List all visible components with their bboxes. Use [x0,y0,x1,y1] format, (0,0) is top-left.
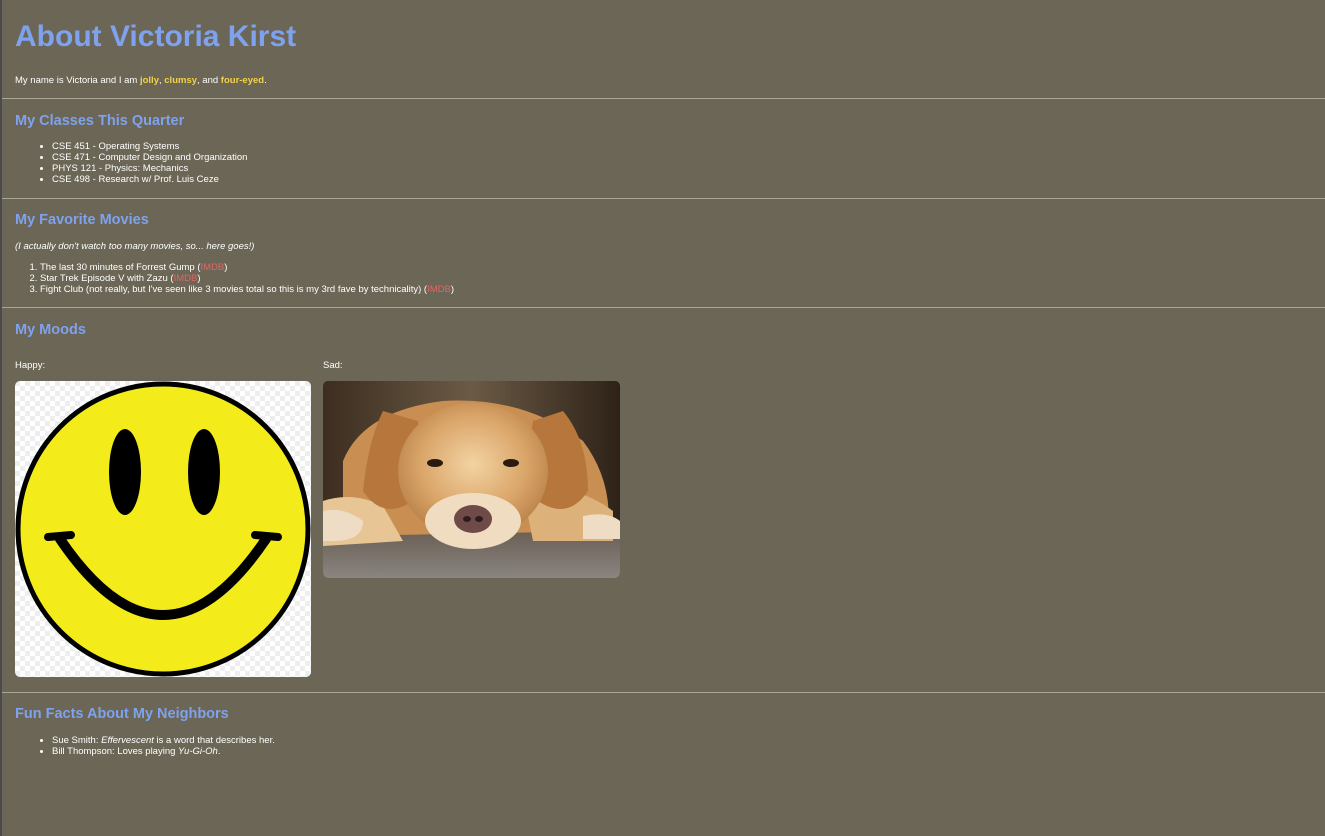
imdb-link[interactable]: IMDB [201,262,225,273]
neighbor-emphasis: Yu-Gi-Oh [178,746,218,757]
neighbor-emphasis: Effervescent [101,735,154,746]
moods-heading: My Moods [15,322,86,338]
intro-end: . [264,75,267,86]
list-item: Bill Thompson: Loves playing Yu-Gi-Oh. [52,746,275,757]
list-item: Star Trek Episode V with Zazu (IMDB) [40,273,454,284]
adjective-jolly: jolly [139,75,159,86]
list-item: Sue Smith: Effervescent is a word that d… [52,735,275,746]
neighbor-name: Bill Thompson: Loves playing [52,746,179,757]
happy-label: Happy: [15,360,46,371]
list-item: CSE 451 - Operating Systems [52,141,247,152]
adjective-clumsy: clumsy [164,75,198,86]
intro-text: My name is Victoria and I am jolly, clum… [15,75,267,87]
movies-heading: My Favorite Movies [15,212,149,228]
movie-title: Fight Club (not really, but I've seen li… [40,284,422,295]
movies-note: (I actually don't watch too many movies,… [15,241,255,252]
sad-golden-retriever-image [323,381,620,578]
list-item: CSE 498 - Research w/ Prof. Luis Ceze [52,174,247,185]
neighbor-fact: is a word that describes her. [153,735,275,746]
smiley-face-icon [15,381,311,677]
neighbor-name: Sue Smith: [52,735,102,746]
intro-separator: , and [197,75,221,86]
neighbor-fact: . [217,746,221,757]
classes-list: CSE 451 - Operating Systems CSE 471 - Co… [15,141,247,185]
page-title: About Victoria Kirst [15,20,297,53]
movie-title: The last 30 minutes of Forrest Gump [40,262,195,273]
intro-prefix: My name is Victoria and I am [15,75,140,86]
sad-label: Sad: [323,360,343,371]
imdb-link[interactable]: IMDB [174,273,198,284]
dog-icon [323,381,620,578]
imdb-link[interactable]: IMDB [427,284,451,295]
list-item: Fight Club (not really, but I've seen li… [40,284,454,295]
neighbors-list: Sue Smith: Effervescent is a word that d… [15,735,275,757]
page: About Victoria Kirst My name is Victoria… [0,0,1325,836]
section-divider [2,198,1325,199]
list-item: CSE 471 - Computer Design and Organizati… [52,152,247,163]
list-item: The last 30 minutes of Forrest Gump (IMD… [40,262,454,273]
list-item: PHYS 121 - Physics: Mechanics [52,163,247,174]
section-divider [2,98,1325,99]
neighbors-heading: Fun Facts About My Neighbors [15,706,229,722]
section-divider [2,307,1325,308]
adjective-four-eyed: four-eyed [220,75,265,86]
movie-title: Star Trek Episode V with Zazu [40,273,168,284]
classes-heading: My Classes This Quarter [15,113,185,129]
section-divider [2,692,1325,693]
smiley-face-image [15,381,311,677]
movies-list: The last 30 minutes of Forrest Gump (IMD… [15,262,454,295]
